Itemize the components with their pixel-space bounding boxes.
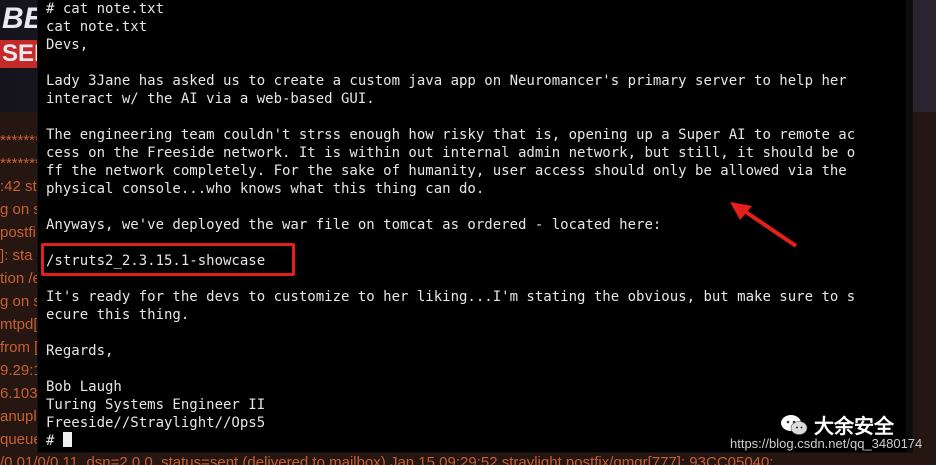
prompt-symbol: # [46,433,63,449]
terminal-line: interact w/ the AI via a web-based GUI. [46,91,375,107]
red-arrow-icon [730,202,798,248]
watermark-url: https://blog.csdn.net/qq_3480174 [730,436,923,451]
terminal-line: cat note.txt [46,19,148,35]
text-cursor [62,432,72,447]
highlight-box-path [41,243,295,276]
terminal-line: ff the network completely. For the sake … [46,163,847,179]
background-log-line: g on s [0,293,41,310]
watermark-brand: 大余安全 [814,414,894,438]
terminal-line: The engineering team couldn't strss enou… [46,127,856,143]
terminal-line: Lady 3Jane has asked us to create a cust… [46,73,847,89]
terminal-line: cess on the Freeside network. It is with… [46,145,856,161]
terminal-line: Devs, [46,37,89,53]
terminal-line: # cat note.txt [46,1,165,17]
terminal-line: Bob Laugh [46,379,122,395]
wechat-icon [781,414,808,435]
watermark: 大余安全 [780,410,894,439]
terminal-line: It's ready for the devs to customize to … [46,289,856,305]
background-log-line: /0.01/0/0.11, dsn=2.0.0, status=sent (de… [0,454,774,465]
background-log-line: ******* [0,155,41,172]
terminal-line: Regards, [46,343,114,359]
terminal-line: Turing Systems Engineer II [46,397,266,413]
terminal-scrollbar[interactable] [906,0,912,452]
terminal-line: Freeside//Straylight//Ops5 [46,415,266,431]
terminal-line: ecure this thing. [46,307,190,323]
terminal-line: physical console...who knows what this t… [46,181,485,197]
